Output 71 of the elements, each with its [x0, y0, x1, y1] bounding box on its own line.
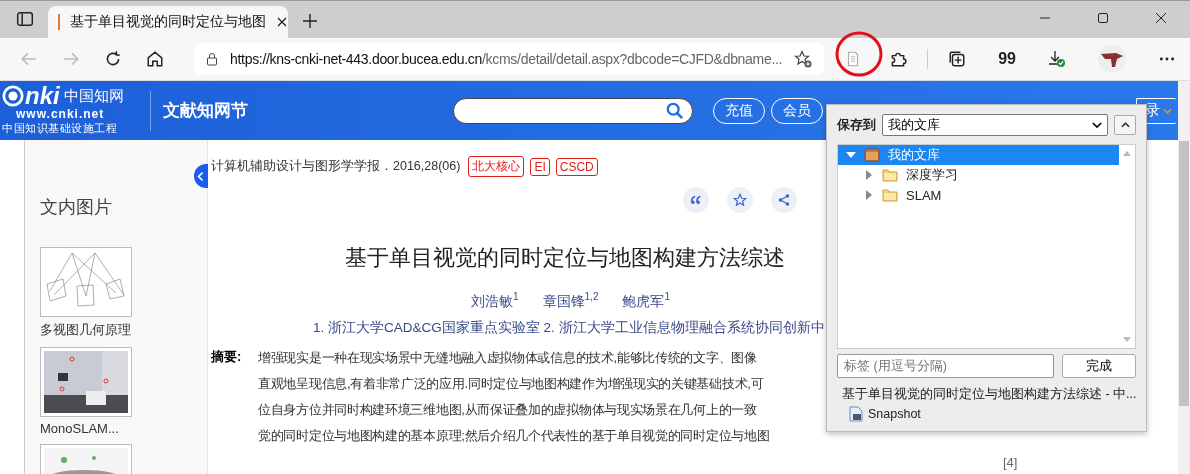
tree-item[interactable]: 我的文库 [838, 145, 1119, 165]
globe-logo-icon [2, 85, 24, 107]
tab-actions-icon[interactable] [16, 10, 34, 28]
figure-caption[interactable]: 多视图几何原理 [40, 321, 207, 339]
add-favorite-icon[interactable] [794, 50, 813, 68]
url-text: https://kns-cnki-net-443.door.bucea.edu.cn/kcms/detail/detail.aspx?dbcode=CJFD&dbname... [230, 51, 783, 67]
index-tag: 北大核心 [468, 156, 525, 177]
author-link[interactable]: 鲍虎军$^{1}$ [622, 291, 671, 311]
logo-text: nki [25, 85, 60, 107]
done-button[interactable]: 完成 [1062, 354, 1136, 378]
close-window-icon[interactable] [1155, 12, 1167, 24]
lock-icon [206, 52, 218, 66]
address-field[interactable]: https://kns-cnki-net-443.door.bucea.edu.cn/kcms/detail/detail.aspx?dbcode=CJFD&dbname... [194, 43, 825, 75]
abstract-line: 增强现实是一种在现实场景中无缝地融入虚拟物体或信息的技术,能够比传统的文字、图像 [258, 348, 758, 367]
abstract-label: 摘要: [211, 347, 243, 366]
favorite-button[interactable] [727, 187, 753, 213]
journal-source[interactable]: 计算机辅助设计与图形学学报．2016,28(06) [211, 158, 461, 175]
collapse-button[interactable] [1114, 115, 1136, 135]
tree-item[interactable]: SLAM [838, 185, 1119, 205]
quote-icon [689, 193, 703, 207]
author-link[interactable]: 刘浩敏$^{1}$ [471, 291, 519, 311]
folder-icon [882, 188, 898, 202]
download-icon[interactable] [1048, 50, 1066, 68]
collections-icon[interactable] [948, 50, 967, 68]
abstract-line: 直观地呈现信息,有着非常广泛的应用.同时定位与地图构建作为增强现实的关键基础技术,可 [258, 374, 765, 393]
star-icon [733, 193, 747, 207]
site-name: 文献知网节 [163, 100, 249, 122]
caret-icon [1092, 121, 1102, 129]
snapshot-label: Snapshot [868, 407, 921, 421]
save-to-label: 保存到 [837, 116, 876, 134]
logo-chinese-text: 中国知网 [63, 86, 124, 106]
chevron-up-icon [1120, 122, 1130, 128]
new-tab-icon[interactable] [302, 13, 318, 29]
refresh-icon[interactable] [104, 50, 122, 68]
item-title: 基于单目视觉的同时定位与地图构建方法综述 - 中... [842, 386, 1137, 403]
expand-arrow-icon[interactable] [864, 170, 874, 180]
tags-field[interactable]: 标签 (用逗号分隔) [837, 354, 1055, 378]
article-title: 基于单目视觉的同时定位与地图构建方法综述 [345, 244, 786, 272]
extensions-icon[interactable] [889, 50, 908, 68]
close-icon[interactable] [276, 16, 288, 28]
sidebar-title: 文内图片 [40, 196, 113, 219]
folder-dropdown[interactable]: 我的文库 [882, 114, 1108, 136]
scrollbar[interactable] [1178, 81, 1190, 474]
logo-url: www.cnki.net [16, 107, 106, 121]
expand-arrow-icon[interactable] [864, 190, 874, 200]
search-icon[interactable] [666, 101, 684, 120]
library-icon [864, 148, 880, 162]
snapshot-icon [849, 406, 863, 422]
home-icon[interactable] [146, 50, 164, 68]
browser-tab[interactable]: 基于单目视觉的同时定位与地图 [48, 6, 288, 38]
reference-number: [4] [1003, 455, 1018, 470]
quote-extension[interactable]: 99 [998, 50, 1016, 68]
annotation-circle [834, 30, 885, 78]
abstract-line: 觉的同时定位与地图构建的基本原理;然后介绍几个代表性的基于单目视觉的同时定位与地图 [258, 426, 770, 445]
profile-avatar[interactable] [1098, 45, 1126, 73]
chevron-left-icon [197, 170, 205, 182]
expand-arrow-icon[interactable] [846, 150, 856, 160]
maximize-icon[interactable] [1097, 12, 1109, 24]
figure-caption[interactable]: MonoSLAM... [40, 421, 207, 436]
index-tag: CSCD [555, 157, 598, 176]
search-field[interactable] [453, 97, 693, 124]
share-button[interactable] [771, 187, 797, 213]
logo-slogan: 中国知识基础设施工程 [2, 121, 118, 136]
cite-button[interactable] [683, 187, 709, 213]
folder-icon [882, 168, 898, 182]
author-link[interactable]: 章国锋$^{1,2}$ [542, 291, 599, 311]
tree-item[interactable]: 深度学习 [838, 165, 1119, 185]
caret-icon [1163, 107, 1172, 114]
index-tag: EI [530, 157, 550, 176]
abstract-line: 位自身方位并同时构建环境三维地图,从而保证叠加的虚拟物体与现实场景在几何上的一致 [258, 400, 758, 419]
share-icon [777, 193, 791, 207]
